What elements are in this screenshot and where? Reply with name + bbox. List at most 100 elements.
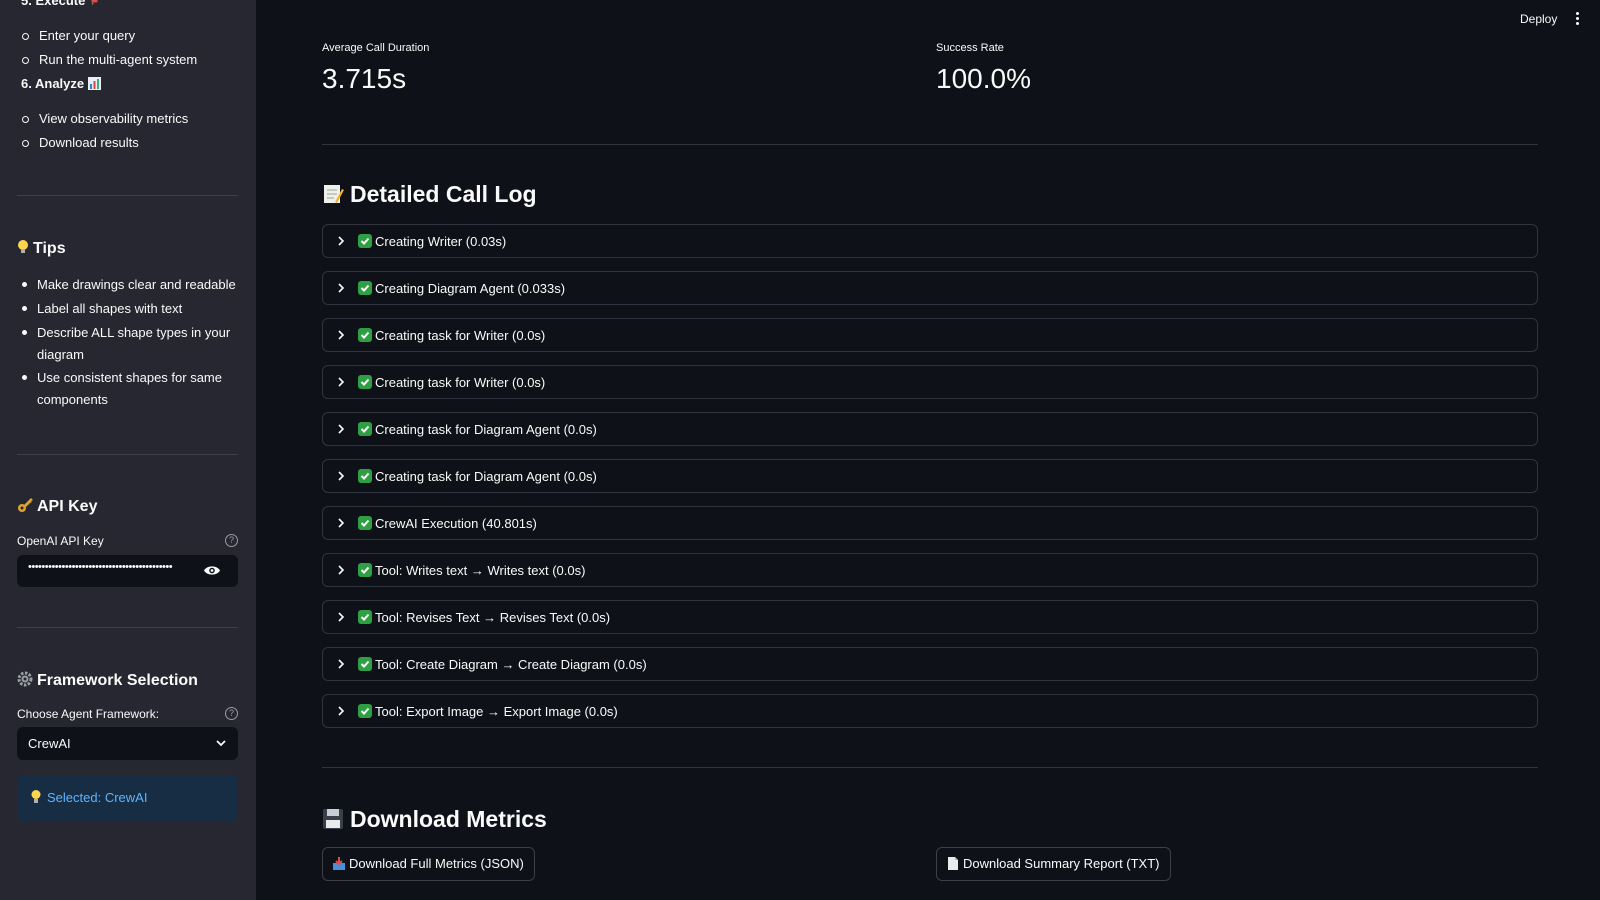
framework-selected-value: CrewAI bbox=[28, 736, 71, 751]
metric-label: Success Rate bbox=[936, 42, 1004, 54]
call-log-item-label: Creating task for Writer (0.0s) bbox=[375, 375, 546, 390]
call-log-item[interactable]: Tool: Export Image → Export Image (0.0s) bbox=[322, 694, 1538, 728]
info-text: Selected: CrewAI bbox=[47, 790, 148, 805]
check-icon bbox=[358, 281, 372, 295]
chevron-right-icon bbox=[338, 471, 345, 481]
api-key-masked-value: ••••••••••••••••••••••••••••••••••••••••… bbox=[28, 561, 173, 573]
call-log-item-label: Creating task for Diagram Agent (0.0s) bbox=[375, 469, 597, 484]
deploy-button[interactable]: Deploy bbox=[1520, 12, 1557, 26]
chevron-right-icon bbox=[338, 330, 345, 340]
call-log-item[interactable]: Creating task for Writer (0.0s) bbox=[322, 365, 1538, 399]
page-icon bbox=[948, 857, 958, 870]
check-icon bbox=[358, 563, 372, 577]
step-execute: 5. Execute bbox=[21, 0, 100, 8]
framework-select[interactable]: CrewAI bbox=[17, 727, 238, 760]
divider bbox=[322, 144, 1538, 145]
download-title: Download Metrics bbox=[350, 806, 547, 832]
chevron-right-icon bbox=[338, 283, 345, 293]
call-log-item-label: Tool: Writes text → Writes text (0.0s) bbox=[375, 563, 586, 578]
divider bbox=[17, 627, 238, 628]
sidebar: 5. Execute Enter your query Run the mult… bbox=[0, 0, 256, 900]
metric-value: 100.0% bbox=[936, 63, 1031, 94]
step-analyze: 6. Analyze bbox=[21, 76, 101, 91]
chevron-right-icon bbox=[338, 236, 345, 246]
check-icon bbox=[358, 328, 372, 342]
check-icon bbox=[358, 657, 372, 671]
bar-chart-icon bbox=[87, 77, 101, 90]
divider bbox=[322, 767, 1538, 768]
framework-label: Choose Agent Framework: bbox=[17, 707, 160, 721]
help-icon[interactable]: ? bbox=[225, 534, 238, 547]
framework-title: Framework Selection bbox=[37, 672, 198, 689]
call-log-title: Detailed Call Log bbox=[350, 181, 537, 207]
call-log-item[interactable]: Creating task for Writer (0.0s) bbox=[322, 318, 1538, 352]
download-txt-button[interactable]: Download Summary Report (TXT) bbox=[936, 847, 1171, 881]
download-txt-label: Download Summary Report (TXT) bbox=[963, 856, 1160, 871]
rocket-icon bbox=[91, 0, 98, 6]
call-log-item[interactable]: Tool: Writes text → Writes text (0.0s) bbox=[322, 553, 1538, 587]
chevron-right-icon bbox=[338, 377, 345, 387]
list-item: Use consistent shapes for same component… bbox=[22, 367, 237, 410]
list-item: Run the multi-agent system bbox=[21, 52, 198, 67]
call-log-item[interactable]: Tool: Revises Text → Revises Text (0.0s) bbox=[322, 600, 1538, 634]
lightbulb-icon bbox=[18, 240, 28, 253]
check-icon bbox=[358, 422, 372, 436]
lightbulb-icon bbox=[31, 790, 41, 803]
gear-icon bbox=[17, 671, 33, 687]
list-item: Label all shapes with text bbox=[22, 298, 237, 320]
api-key-label: OpenAI API Key bbox=[17, 534, 104, 548]
call-log-item-label: Tool: Create Diagram → Create Diagram (0… bbox=[375, 657, 647, 672]
divider bbox=[17, 195, 238, 196]
check-icon bbox=[358, 704, 372, 718]
eye-icon[interactable] bbox=[204, 565, 220, 576]
check-icon bbox=[358, 375, 372, 389]
call-log-item[interactable]: Creating Writer (0.03s) bbox=[322, 224, 1538, 258]
step-label: Analyze bbox=[34, 76, 85, 91]
chevron-right-icon bbox=[338, 424, 345, 434]
chevron-right-icon bbox=[338, 659, 345, 669]
tips-title: Tips bbox=[33, 240, 66, 257]
api-key-title: API Key bbox=[37, 498, 98, 515]
more-menu-icon[interactable] bbox=[1576, 12, 1580, 26]
chevron-right-icon bbox=[338, 518, 345, 528]
download-heading: Download Metrics bbox=[322, 806, 547, 833]
step-label: Execute bbox=[35, 0, 86, 8]
inbox-tray-icon bbox=[333, 857, 345, 870]
metric-label: Average Call Duration bbox=[322, 42, 430, 54]
call-log-heading: Detailed Call Log bbox=[322, 181, 537, 208]
call-log-item-label: Creating task for Writer (0.0s) bbox=[375, 328, 546, 343]
metric-value: 3.715s bbox=[322, 63, 407, 94]
call-log-item[interactable]: Tool: Create Diagram → Create Diagram (0… bbox=[322, 647, 1538, 681]
check-icon bbox=[358, 610, 372, 624]
list-item: View observability metrics bbox=[21, 111, 189, 126]
download-json-label: Download Full Metrics (JSON) bbox=[349, 856, 524, 871]
call-log-item-label: Creating Writer (0.03s) bbox=[375, 234, 507, 249]
help-icon[interactable]: ? bbox=[225, 707, 238, 720]
download-json-button[interactable]: Download Full Metrics (JSON) bbox=[322, 847, 535, 881]
list-item: Describe ALL shape types in your diagram bbox=[22, 322, 237, 365]
check-icon bbox=[358, 469, 372, 483]
step-number: 5. bbox=[21, 0, 32, 8]
check-icon bbox=[358, 516, 372, 530]
call-log-item-label: Creating Diagram Agent (0.033s) bbox=[375, 281, 566, 296]
call-log-item-label: CrewAI Execution (40.801s) bbox=[375, 516, 537, 531]
call-log-item[interactable]: Creating task for Diagram Agent (0.0s) bbox=[322, 459, 1538, 493]
call-log-item[interactable]: Creating task for Diagram Agent (0.0s) bbox=[322, 412, 1538, 446]
check-icon bbox=[358, 234, 372, 248]
call-log-item-label: Tool: Export Image → Export Image (0.0s) bbox=[375, 704, 618, 719]
framework-heading: Framework Selection bbox=[17, 671, 198, 690]
memo-icon bbox=[324, 185, 344, 203]
info-alert: Selected: CrewAI bbox=[17, 775, 238, 821]
chevron-right-icon bbox=[338, 565, 345, 575]
chevron-down-icon bbox=[216, 740, 226, 747]
api-key-input[interactable]: ••••••••••••••••••••••••••••••••••••••••… bbox=[17, 555, 238, 587]
chevron-right-icon bbox=[338, 706, 345, 716]
call-log-item[interactable]: Creating Diagram Agent (0.033s) bbox=[322, 271, 1538, 305]
call-log-item[interactable]: CrewAI Execution (40.801s) bbox=[322, 506, 1538, 540]
key-icon bbox=[18, 498, 33, 512]
list-item: Make drawings clear and readable bbox=[22, 274, 237, 296]
floppy-disk-icon bbox=[323, 809, 343, 829]
list-item: Enter your query bbox=[21, 28, 136, 43]
step-number: 6. bbox=[21, 76, 32, 91]
divider bbox=[17, 454, 238, 455]
